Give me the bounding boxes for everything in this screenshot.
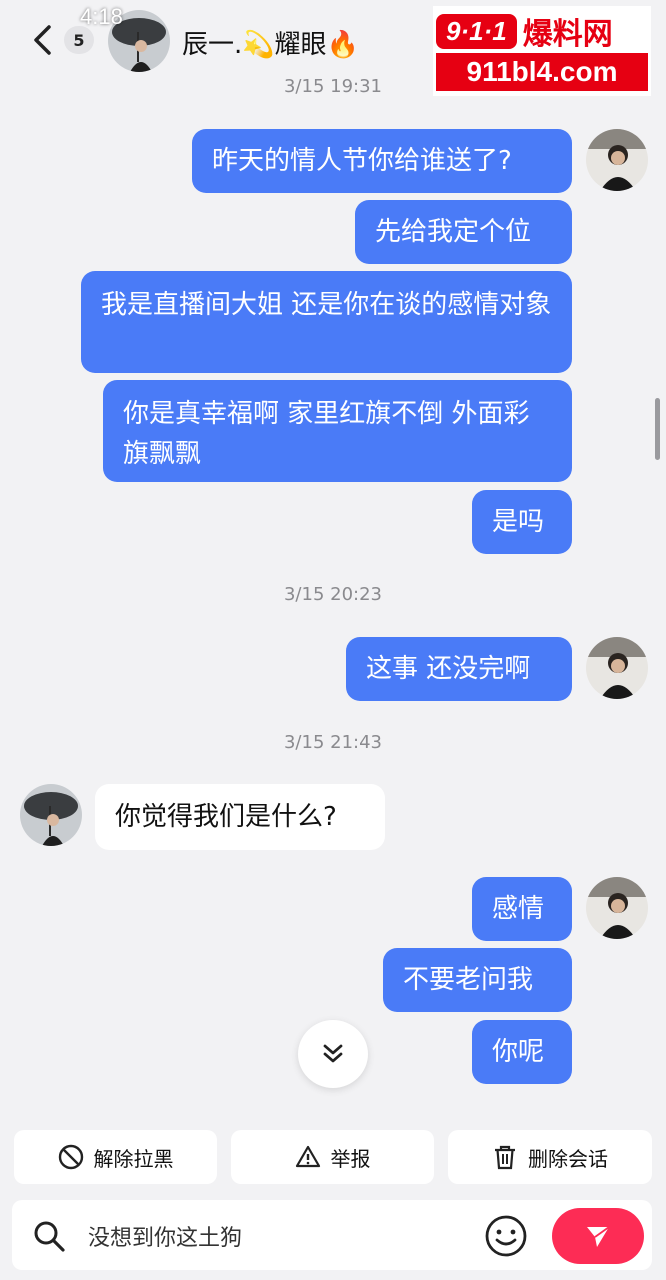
message-bubble-outgoing[interactable]: 我是直播间大姐 还是你在谈的感情对象 [81,271,572,373]
message-bubble-outgoing[interactable]: 这事 还没完啊 [346,637,572,701]
unread-count-badge: 5 [64,26,94,54]
send-icon [587,1226,610,1247]
timestamp: 3/15 21:43 [283,732,382,753]
contact-name: 辰一.💫耀眼🔥 [182,30,360,60]
message-bubble-incoming[interactable]: 你觉得我们是什么? [95,784,385,850]
unblock-button[interactable]: 解除拉黑 [14,1130,217,1184]
back-button[interactable] [24,20,60,60]
my-avatar[interactable] [586,637,648,699]
scrollbar[interactable] [655,398,660,460]
message-bubble-outgoing[interactable]: 是吗 [472,490,572,554]
avatar-image [20,784,82,846]
send-button[interactable] [552,1208,644,1264]
my-avatar[interactable] [586,129,648,191]
unblock-label: 解除拉黑 [93,1146,174,1171]
ban-icon [58,1144,83,1170]
watermark-logo: 9·1·1 [436,13,517,49]
message-input-bar [12,1200,652,1270]
timestamp: 3/15 20:23 [283,584,382,605]
scroll-to-bottom-button[interactable] [298,1020,368,1088]
status-time: 4:18 [80,4,123,29]
report-label: 举报 [330,1146,371,1171]
my-avatar[interactable] [586,877,648,939]
trash-icon [495,1145,515,1170]
report-button[interactable]: 举报 [231,1130,434,1184]
avatar-image [586,877,648,939]
chevron-double-down-icon [323,1044,343,1063]
message-bubble-outgoing[interactable]: 你呢 [472,1020,572,1084]
avatar-image [586,129,648,191]
back-icon [34,25,51,55]
delete-chat-button[interactable]: 删除会话 [448,1130,652,1184]
message-bubble-outgoing[interactable]: 不要老问我 [383,948,572,1012]
delete-chat-label: 删除会话 [528,1146,608,1171]
message-bubble-outgoing[interactable]: 先给我定个位 [355,200,572,264]
warning-icon [295,1145,320,1168]
contact-avatar[interactable] [20,784,82,846]
message-bubble-outgoing[interactable]: 昨天的情人节你给谁送了? [192,129,572,193]
message-bubble-outgoing[interactable]: 感情 [472,877,572,941]
emoji-icon[interactable] [484,1214,528,1258]
message-bubble-outgoing[interactable]: 你是真幸福啊 家里红旗不倒 外面彩旗飘飘 [103,380,572,482]
watermark-name: 爆料网 [522,17,613,52]
message-input[interactable] [88,1220,468,1252]
search-icon[interactable] [32,1219,66,1253]
timestamp: 3/15 19:31 [283,76,382,97]
avatar-image [586,637,648,699]
